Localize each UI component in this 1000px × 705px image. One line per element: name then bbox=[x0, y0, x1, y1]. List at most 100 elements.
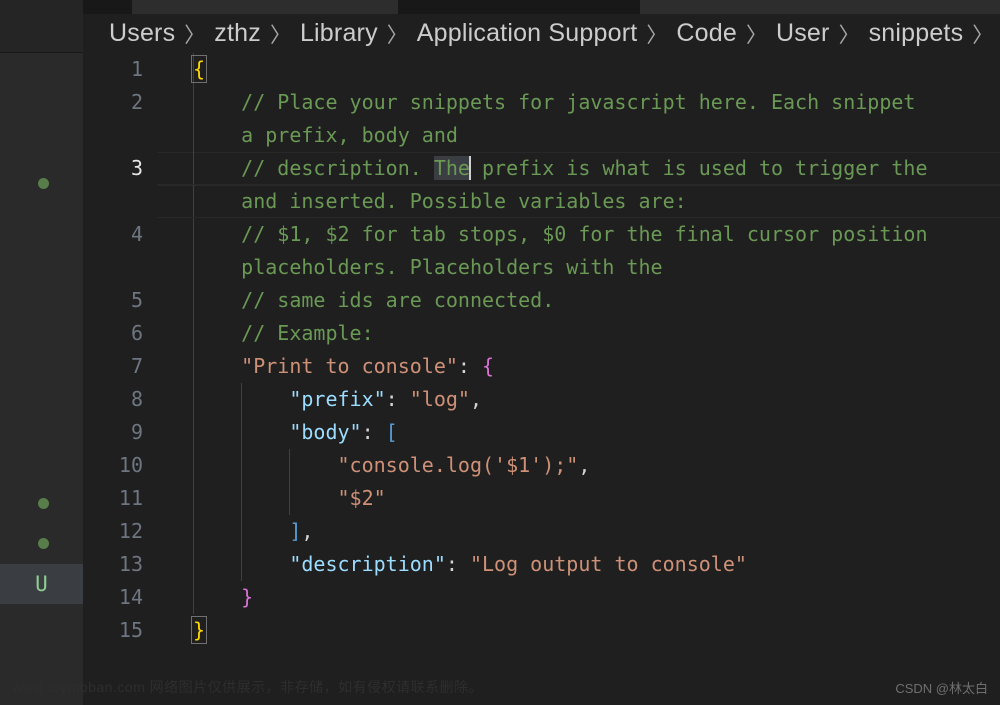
code-line[interactable]: 12 ], bbox=[83, 515, 1000, 548]
code-line-text: placeholders. Placeholders with the bbox=[193, 251, 663, 284]
code-token: // $1, $2 for tab stops, $0 for the fina… bbox=[193, 222, 928, 246]
code-line-text: "body": [ bbox=[193, 416, 398, 449]
line-number: 10 bbox=[118, 453, 143, 477]
breadcrumb-item-application-support[interactable]: Application Support bbox=[417, 19, 638, 48]
code-token: // Example: bbox=[193, 321, 374, 345]
code-line[interactable]: 15} bbox=[83, 614, 1000, 647]
code-token: , bbox=[301, 519, 314, 543]
code-line[interactable]: 13 "description": "Log output to console… bbox=[83, 548, 1000, 581]
minimap-marker-u[interactable]: U bbox=[0, 564, 83, 604]
code-line[interactable]: 4 // $1, $2 for tab stops, $0 for the fi… bbox=[83, 218, 1000, 251]
tab-chip-1[interactable] bbox=[132, 0, 398, 14]
code-line[interactable]: 6 // Example: bbox=[83, 317, 1000, 350]
code-token: ] bbox=[193, 519, 302, 543]
code-line-text: a prefix, body and bbox=[193, 119, 458, 152]
breadcrumb-item-zthz[interactable]: zthz bbox=[214, 19, 261, 48]
code-line-text: "prefix": "log", bbox=[193, 383, 482, 416]
code-line-text: { bbox=[190, 53, 208, 86]
code-line[interactable]: 11 "$2" bbox=[83, 482, 1000, 515]
line-number: 13 bbox=[118, 552, 143, 576]
selected-text: The bbox=[433, 156, 470, 180]
line-number: 1 bbox=[130, 57, 143, 81]
line-number: 14 bbox=[118, 585, 143, 609]
code-line-text: // same ids are connected. bbox=[193, 284, 554, 317]
code-token: // Place your snippets for javascript he… bbox=[193, 90, 916, 114]
code-token: : bbox=[457, 354, 482, 378]
code-token: "log" bbox=[409, 387, 470, 411]
code-rows: 1{2 // Place your snippets for javascrip… bbox=[83, 53, 1000, 647]
tab-strip bbox=[83, 0, 1000, 14]
marker-dot-2[interactable] bbox=[38, 498, 49, 509]
marker-dot-3[interactable] bbox=[38, 538, 49, 549]
code-token: prefix is what is used to trigger the bbox=[469, 156, 928, 180]
watermark-right: CSDN @林太白 bbox=[895, 681, 988, 696]
breadcrumb-separator: 〉 bbox=[972, 22, 994, 47]
breadcrumb-separator: 〉 bbox=[646, 22, 668, 47]
code-line-text: "description": "Log output to console" bbox=[193, 548, 747, 581]
code-token: "Print to console" bbox=[193, 354, 458, 378]
code-token: , bbox=[469, 387, 483, 411]
breadcrumb-separator: 〉 bbox=[184, 22, 206, 47]
code-line[interactable]: 1{ bbox=[83, 53, 1000, 86]
code-line[interactable]: 2 // Place your snippets for javascript … bbox=[83, 86, 1000, 119]
code-token: : bbox=[385, 387, 410, 411]
line-number: 9 bbox=[130, 420, 143, 444]
code-token: "Log output to console" bbox=[469, 552, 747, 576]
code-line[interactable]: placeholders. Placeholders with the bbox=[83, 251, 1000, 284]
breadcrumb-item-code[interactable]: Code bbox=[676, 19, 737, 48]
marker-dot-1[interactable] bbox=[38, 178, 49, 189]
line-number: 2 bbox=[130, 90, 143, 114]
line-number: 4 bbox=[130, 222, 143, 246]
code-token: // description. bbox=[193, 156, 434, 180]
code-token: "console.log('$1');" bbox=[193, 453, 579, 477]
code-token: "$2" bbox=[193, 486, 386, 510]
breadcrumb-item-users[interactable]: Users bbox=[109, 19, 175, 48]
code-line-text: and inserted. Possible variables are: bbox=[193, 185, 687, 218]
breadcrumb-item-snippets[interactable]: snippets bbox=[869, 19, 964, 48]
code-line[interactable]: 10 "console.log('$1');", bbox=[83, 449, 1000, 482]
watermark-left: www.toymoban.com 网络图片仅供展示，非存储，如有侵权请联系删除。 bbox=[12, 679, 484, 695]
code-token: "prefix" bbox=[193, 387, 386, 411]
code-line-text: // Place your snippets for javascript he… bbox=[193, 86, 915, 119]
code-line[interactable]: 9 "body": [ bbox=[83, 416, 1000, 449]
code-line[interactable]: a prefix, body and bbox=[83, 119, 1000, 152]
code-line-text: ], bbox=[193, 515, 313, 548]
code-token: and inserted. Possible variables are: bbox=[193, 189, 687, 213]
code-token: [ bbox=[385, 420, 398, 444]
code-line[interactable]: 8 "prefix": "log", bbox=[83, 383, 1000, 416]
breadcrumb-separator: 〉 bbox=[386, 22, 408, 47]
line-number: 12 bbox=[118, 519, 143, 543]
code-token: , bbox=[578, 453, 591, 477]
code-line[interactable]: 14 } bbox=[83, 581, 1000, 614]
code-token: placeholders. Placeholders with the bbox=[193, 255, 663, 279]
code-line-text: "console.log('$1');", bbox=[193, 449, 590, 482]
line-number: 8 bbox=[130, 387, 143, 411]
code-line[interactable]: 7 "Print to console": { bbox=[83, 350, 1000, 383]
code-line-text: // Example: bbox=[193, 317, 374, 350]
left-activity-strip: U bbox=[0, 0, 83, 705]
code-line-text: } bbox=[193, 581, 253, 614]
code-line[interactable]: 3 // description. The prefix is what is … bbox=[83, 152, 1000, 185]
code-token: // same ids are connected. bbox=[193, 288, 555, 312]
code-editor[interactable]: 1{2 // Place your snippets for javascrip… bbox=[83, 53, 1000, 705]
code-token: a prefix, body and bbox=[193, 123, 458, 147]
line-number: 11 bbox=[118, 486, 143, 510]
code-line-text: // $1, $2 for tab stops, $0 for the fina… bbox=[193, 218, 928, 251]
code-line-text: // description. The prefix is what is us… bbox=[193, 152, 928, 185]
code-line-text: "$2" bbox=[193, 482, 386, 515]
breadcrumb-item-user[interactable]: User bbox=[776, 19, 830, 48]
code-token: "description" bbox=[193, 552, 446, 576]
breadcrumb-separator: 〉 bbox=[838, 22, 860, 47]
left-strip-header bbox=[0, 0, 83, 53]
code-line[interactable]: 5 // same ids are connected. bbox=[83, 284, 1000, 317]
code-token: } bbox=[193, 585, 254, 609]
code-line-text: "Print to console": { bbox=[193, 350, 494, 383]
vscode-editor-window: U Users 〉 zthz 〉 Library 〉 Application Support… bbox=[0, 0, 1000, 705]
line-number: 3 bbox=[130, 156, 143, 180]
line-number: 15 bbox=[118, 618, 143, 642]
tab-chip-2[interactable] bbox=[640, 0, 1000, 14]
code-token: } bbox=[190, 616, 208, 644]
code-token: "body" bbox=[193, 420, 362, 444]
code-line[interactable]: and inserted. Possible variables are: bbox=[83, 185, 1000, 218]
breadcrumb-item-library[interactable]: Library bbox=[300, 19, 378, 48]
